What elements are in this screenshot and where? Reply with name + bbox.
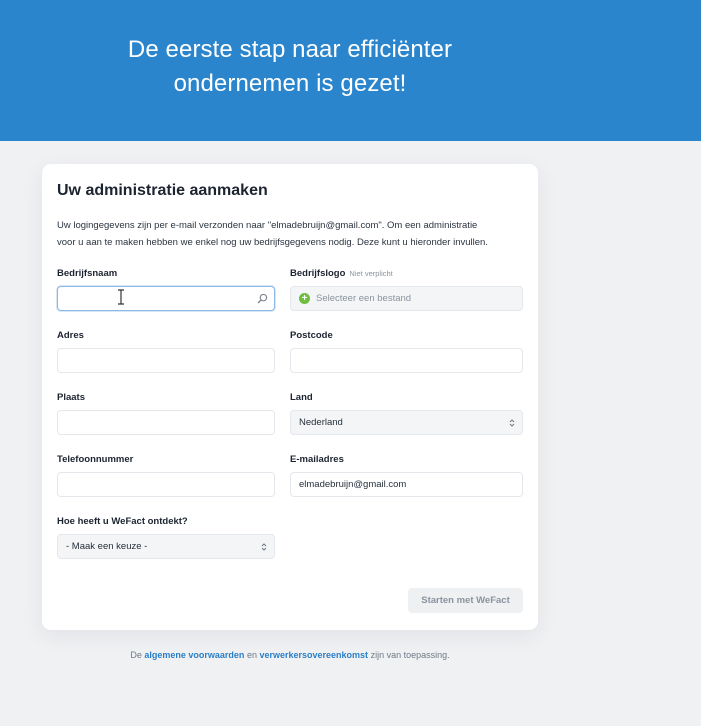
intro-line2: voor u aan te maken hebben we enkel nog … [57, 237, 488, 248]
emailadres-input[interactable]: elmadebruijn@gmail.com [290, 472, 523, 497]
hero-title-line2: ondernemen is gezet! [173, 70, 407, 97]
verwerkersovereenkomst-link[interactable]: verwerkersovereenkomst [259, 650, 368, 660]
algemene-voorwaarden-link[interactable]: algemene voorwaarden [144, 650, 244, 660]
select-arrows-icon [261, 543, 267, 551]
bedrijfslogo-label: Bedrijfslogo [290, 268, 346, 279]
select-arrows-icon [509, 419, 515, 427]
start-wefact-button[interactable]: Starten met WeFact [408, 588, 523, 613]
postcode-label: Postcode [290, 330, 333, 341]
bedrijfslogo-upload[interactable]: + Selecteer een bestand [290, 286, 523, 311]
postcode-input[interactable] [290, 348, 523, 373]
bedrijfsnaam-label: Bedrijfsnaam [57, 268, 118, 279]
footer-prefix: De [130, 650, 142, 660]
land-field: Land Nederland [290, 391, 523, 435]
bedrijfsnaam-input[interactable] [57, 286, 275, 311]
bedrijfslogo-placeholder: Selecteer een bestand [316, 293, 412, 304]
hero-title-line1: De eerste stap naar efficiënter [127, 36, 453, 63]
telefoonnummer-input[interactable] [57, 472, 275, 497]
emailadres-field: E-mailadres elmadebruijn@gmail.com [290, 453, 523, 497]
footer-suffix: zijn van toepassing. [370, 650, 450, 660]
plaats-field: Plaats [57, 391, 275, 435]
adres-field: Adres [57, 329, 275, 373]
plaats-label: Plaats [57, 392, 85, 403]
adres-input[interactable] [57, 348, 275, 373]
wefact-ontdekt-field: Hoe heeft u WeFact ontdekt? - Maak een k… [57, 515, 275, 559]
emailadres-label: E-mailadres [290, 454, 344, 465]
card-title: Uw administratie aanmaken [57, 182, 268, 199]
bedrijfslogo-label-row: Bedrijfslogo Niet verplicht [290, 267, 523, 281]
hero-banner: De eerste stap naar efficiënter ondernem… [0, 0, 701, 141]
bedrijfslogo-field: Bedrijfslogo Niet verplicht + Selecteer e… [290, 267, 523, 311]
plaats-input[interactable] [57, 410, 275, 435]
wefact-ontdekt-label: Hoe heeft u WeFact ontdekt? [57, 516, 188, 527]
intro-line1: Uw logingegevens zijn per e-mail verzond… [57, 220, 478, 231]
search-icon[interactable] [257, 293, 268, 304]
footer-middle: en [246, 650, 257, 660]
wefact-ontdekt-value: - Maak een keuze - [66, 541, 148, 552]
land-select[interactable]: Nederland [290, 410, 523, 435]
plus-circle-icon: + [299, 293, 310, 304]
signup-card: Uw administratie aanmaken Uw logingegeve… [42, 164, 538, 630]
bedrijfsnaam-field: Bedrijfsnaam [57, 267, 275, 311]
terms-footer: De algemene voorwaarden en verwerkersove… [0, 650, 580, 660]
land-value: Nederland [299, 417, 343, 428]
intro-text: Uw logingegevens zijn per e-mail verzond… [57, 217, 527, 251]
adres-label: Adres [57, 330, 84, 341]
telefoonnummer-label: Telefoonnummer [57, 454, 134, 465]
land-label: Land [290, 392, 313, 403]
postcode-field: Postcode [290, 329, 523, 373]
telefoonnummer-field: Telefoonnummer [57, 453, 275, 497]
bedrijfslogo-hint: Niet verplicht [349, 269, 393, 278]
wefact-ontdekt-select[interactable]: - Maak een keuze - [57, 534, 275, 559]
emailadres-value: elmadebruijn@gmail.com [299, 479, 407, 490]
text-cursor-icon [118, 289, 124, 305]
hero-title: De eerste stap naar efficiënter ondernem… [40, 33, 540, 101]
